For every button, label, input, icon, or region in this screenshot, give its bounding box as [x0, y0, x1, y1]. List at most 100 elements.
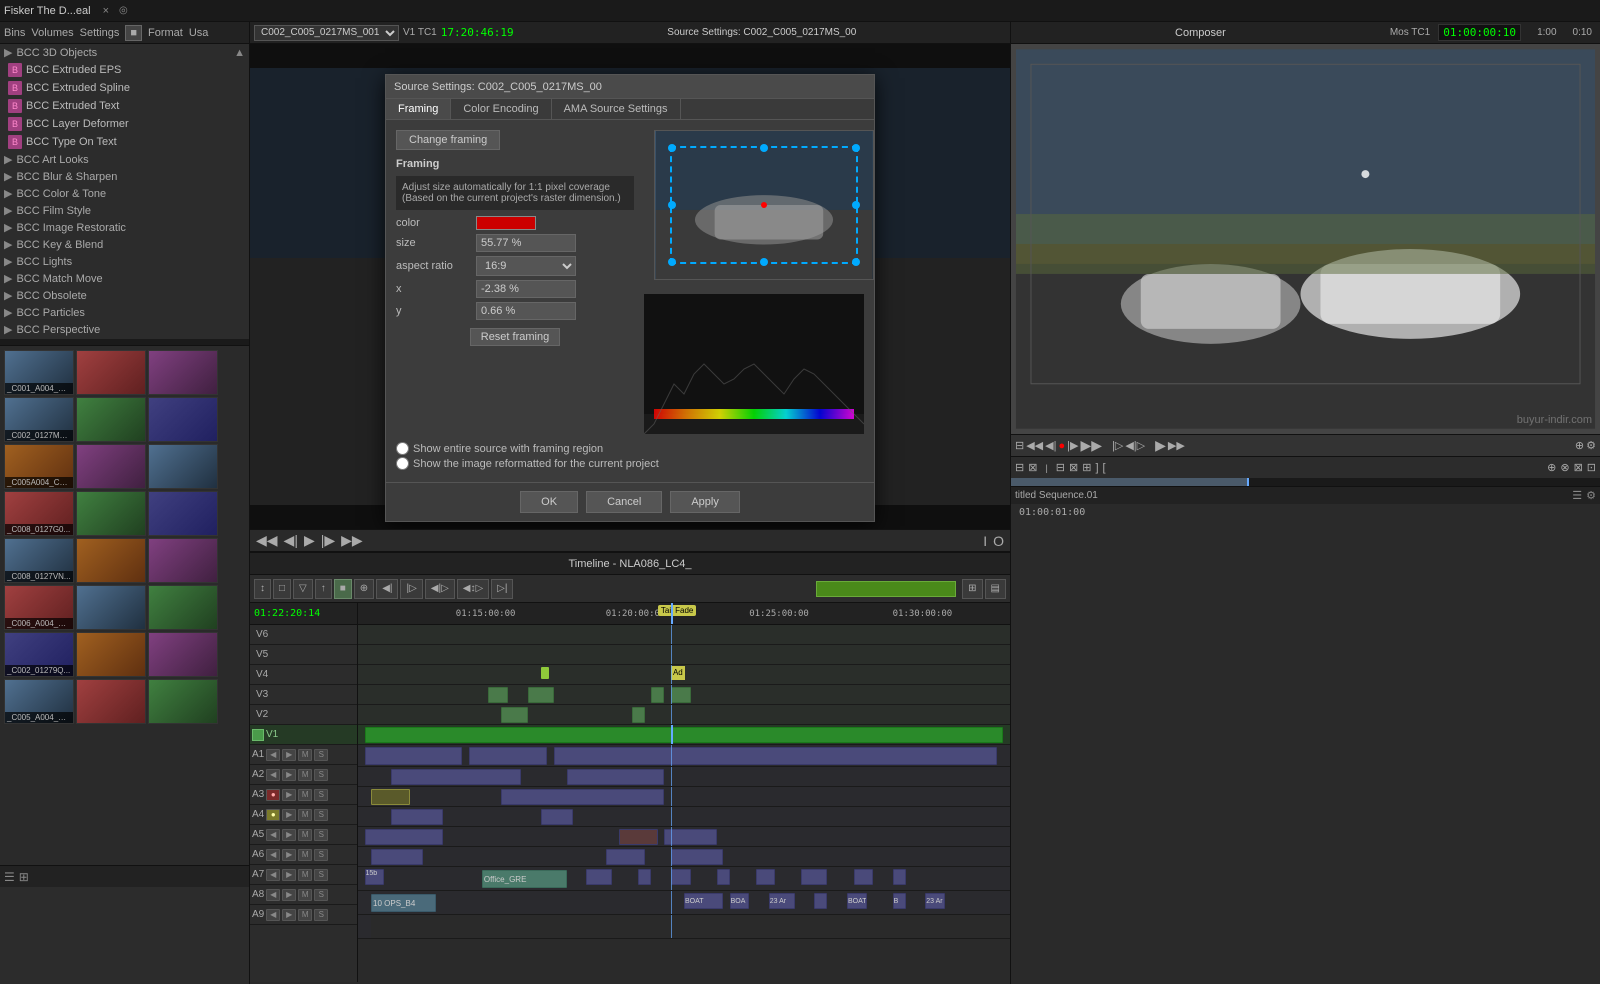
effects-category-bcc3d[interactable]: ▶ BCC 3D Objects ▲: [0, 44, 249, 61]
clip-selector[interactable]: C002_C005_0217MS_001: [254, 25, 399, 41]
dialog-tab-color-encoding[interactable]: Color Encoding: [451, 99, 551, 119]
tool-mark-out[interactable]: |▷: [400, 579, 422, 599]
a9-btn-1[interactable]: ◀: [266, 909, 280, 921]
a9-mute[interactable]: M: [298, 909, 312, 921]
y-input[interactable]: [476, 302, 576, 320]
source-prev-btn[interactable]: ◀◀: [254, 532, 280, 549]
a7-clip-3[interactable]: [638, 869, 651, 885]
source-next-btn[interactable]: ▶▶: [339, 532, 365, 549]
source-play-btn[interactable]: ▶: [302, 532, 317, 549]
a3-solo[interactable]: S: [314, 789, 328, 801]
v2-clip-2[interactable]: [632, 707, 645, 723]
settings-tab[interactable]: Settings: [80, 27, 120, 39]
comp2-ctrl-3[interactable]: ⊟: [1056, 461, 1065, 474]
media-thumb[interactable]: _C008_0127VN...: [4, 538, 74, 583]
v3-clip-1[interactable]: [488, 687, 508, 703]
comp-ctrl-3[interactable]: ◀|: [1045, 439, 1056, 452]
comp2-ctrl-2[interactable]: ⊠: [1028, 461, 1037, 474]
media-thumb[interactable]: [76, 538, 146, 583]
format-tab[interactable]: ■: [125, 25, 142, 41]
tool-extend[interactable]: ▷|: [491, 579, 513, 599]
color-swatch[interactable]: [476, 216, 536, 230]
media-thumb[interactable]: [76, 491, 146, 536]
a6-clip-3[interactable]: [671, 849, 723, 865]
media-thumb[interactable]: [148, 679, 218, 724]
comp-ctrl-settings[interactable]: ⚙: [1586, 439, 1596, 452]
aspect-select[interactable]: 16:9: [476, 256, 576, 276]
effects-category-perspective[interactable]: ▶ BCC Perspective: [0, 321, 249, 338]
source-mark-out-btn[interactable]: O: [991, 533, 1006, 549]
a5-btn-2[interactable]: ▶: [282, 829, 296, 841]
apply-button[interactable]: Apply: [670, 491, 740, 513]
effect-item-bcc-extruded-eps[interactable]: B BCC Extruded EPS: [0, 61, 249, 79]
a8-btn-2[interactable]: ▶: [282, 889, 296, 901]
media-thumb[interactable]: [76, 632, 146, 677]
effect-item-bcc-layer-deformer[interactable]: B BCC Layer Deformer: [0, 115, 249, 133]
bin-icon-1[interactable]: ☰: [4, 870, 15, 884]
effects-category-film[interactable]: ▶ BCC Film Style: [0, 202, 249, 219]
show-source-radio[interactable]: [396, 442, 409, 455]
comp-ctrl-1[interactable]: ⊟: [1015, 439, 1024, 452]
tool-select[interactable]: ↕: [254, 579, 271, 599]
a8-ops-clip[interactable]: 10 OPS_B4: [371, 894, 436, 912]
a3-record-btn[interactable]: ●: [266, 789, 280, 801]
v3-clip-4[interactable]: [671, 687, 691, 703]
effects-category-blur[interactable]: ▶ BCC Blur & Sharpen: [0, 168, 249, 185]
a7-clip-7[interactable]: [801, 869, 827, 885]
a3-clip-2[interactable]: [501, 789, 664, 805]
seq-icon-2[interactable]: ⚙: [1586, 489, 1596, 502]
a8-clip-3[interactable]: 23 Ar: [769, 893, 795, 909]
media-thumb[interactable]: _C002_0127MM...: [4, 397, 74, 442]
comp-ctrl-8[interactable]: ◀|▷: [1125, 439, 1145, 452]
comp-ctrl-2[interactable]: ◀◀: [1026, 439, 1043, 452]
a7-clip-2[interactable]: [586, 869, 612, 885]
a8-solo[interactable]: S: [314, 889, 328, 901]
a7-clip-6[interactable]: [756, 869, 776, 885]
a1-clip-2[interactable]: [469, 747, 547, 765]
tool-mark-clip[interactable]: ◀|▷: [425, 579, 455, 599]
a2-mute[interactable]: M: [298, 769, 312, 781]
a7-clip-5[interactable]: [717, 869, 730, 885]
a1-btn-2[interactable]: ▶: [282, 749, 296, 761]
tool-add[interactable]: ⊕: [354, 579, 374, 599]
comp-ctrl-6[interactable]: ▶▶: [1080, 437, 1102, 454]
comp-ctrl-4[interactable]: ●: [1058, 440, 1065, 452]
v3-clip-3[interactable]: [651, 687, 664, 703]
change-framing-button[interactable]: Change framing: [396, 130, 500, 150]
comp-ctrl-10[interactable]: ▶▶: [1168, 439, 1185, 452]
source-step-fwd-btn[interactable]: |▶: [319, 532, 337, 549]
comp2-ctrl-5[interactable]: ⊞: [1082, 461, 1091, 474]
tool-lift[interactable]: ↑: [315, 579, 332, 599]
a9-solo[interactable]: S: [314, 909, 328, 921]
usage-tab[interactable]: Usa: [189, 27, 209, 39]
a8-btn-1[interactable]: ◀: [266, 889, 280, 901]
dialog-tab-ama[interactable]: AMA Source Settings: [552, 99, 681, 119]
comp2-ctrl-4[interactable]: ⊠: [1069, 461, 1078, 474]
show-reformatted-radio[interactable]: [396, 457, 409, 470]
a2-clip-2[interactable]: [567, 769, 665, 785]
a4-btn-2[interactable]: ▶: [282, 809, 296, 821]
a5-clip-1[interactable]: [365, 829, 443, 845]
a3-clip-1[interactable]: [371, 789, 410, 805]
media-thumb[interactable]: _C006_A004_C005...: [4, 585, 74, 630]
size-input[interactable]: [476, 234, 576, 252]
media-thumb[interactable]: _C002_01279Q...: [4, 632, 74, 677]
media-thumb[interactable]: [76, 585, 146, 630]
comp2-ctrl-7[interactable]: [: [1103, 462, 1106, 474]
a3-mute[interactable]: M: [298, 789, 312, 801]
effects-category-image-restore[interactable]: ▶ BCC Image Restoratic: [0, 219, 249, 236]
tool-overwrite[interactable]: ▽: [293, 579, 313, 599]
a5-clip-2[interactable]: [619, 829, 658, 845]
media-thumb[interactable]: [76, 397, 146, 442]
a4-clip-2[interactable]: [541, 809, 574, 825]
volumes-tab[interactable]: Volumes: [31, 27, 73, 39]
a7-btn-2[interactable]: ▶: [282, 869, 296, 881]
a2-clip-1[interactable]: [391, 769, 521, 785]
media-thumb[interactable]: _C005_A004_C004...: [4, 679, 74, 724]
x-input[interactable]: [476, 280, 576, 298]
a3-btn-2[interactable]: ▶: [282, 789, 296, 801]
a9-btn-2[interactable]: ▶: [282, 909, 296, 921]
bins-tab[interactable]: Bins: [4, 27, 25, 39]
effect-item-bcc-extruded-spline[interactable]: B BCC Extruded Spline: [0, 79, 249, 97]
a4-solo[interactable]: S: [314, 809, 328, 821]
